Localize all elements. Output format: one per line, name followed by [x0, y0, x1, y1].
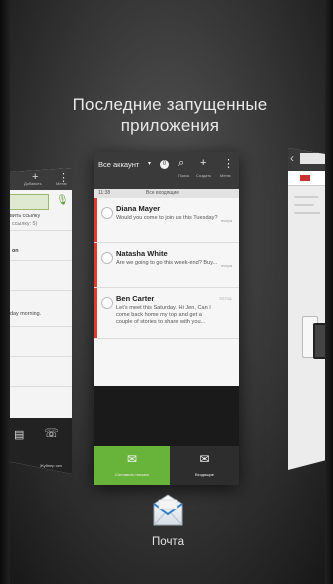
divider: [10, 290, 72, 291]
mail-date: 7/27/11: [218, 296, 232, 301]
plus-icon: +: [200, 157, 207, 169]
subbar-caption: Все входящие: [146, 190, 180, 196]
mail-preview: Would you come to join us this Tuesday?: [116, 215, 218, 221]
screen-edge-right: [325, 0, 333, 584]
mail-date: вчера: [221, 218, 232, 223]
left-card-bottom-bar: ▤ ☏ Жуйпер окн: [10, 418, 72, 474]
select-checkbox: [101, 297, 113, 309]
menu-label: Меню: [220, 173, 231, 178]
content-line: [294, 212, 320, 214]
app-label: Почта: [152, 536, 184, 548]
mail-footer-bar: ✉ Составить письмо ✉ Входящие: [94, 446, 239, 485]
page-title-line2: приложения: [120, 116, 220, 135]
back-arrow-icon: ‹: [290, 151, 294, 165]
site-logo: [300, 175, 310, 181]
mail-sender: Ben Carter: [116, 294, 155, 303]
inbox-tab-label: Входящие: [195, 472, 214, 477]
call-icon: ☏: [44, 426, 60, 440]
left-card-toolbar: + Добавить ⋮ Меню: [10, 168, 72, 190]
browser-site-nav: [288, 171, 325, 186]
subbar-time: 11:38: [98, 190, 111, 196]
inbox-icon: ▤: [14, 429, 25, 441]
left-toolbar-label-add: Добавить: [24, 181, 42, 186]
compose-icon: ✉: [126, 452, 138, 466]
content-line: [294, 204, 314, 206]
inbox-tab: ✉ Входящие: [170, 446, 239, 485]
browser-toolbar: ‹: [288, 148, 325, 171]
mail-date: вчера: [221, 263, 232, 268]
mail-subbar: 11:38 Все входящие: [94, 189, 239, 198]
select-checkbox: [101, 207, 113, 219]
divider: [10, 260, 72, 261]
left-card-text-1: вить ссылку: [10, 213, 41, 219]
phone-image-dark: [313, 323, 325, 359]
left-toolbar-label-menu: Меню: [56, 181, 67, 186]
mail-list: Diana Mayer Would you come to join us th…: [94, 198, 239, 386]
mail-app-icon: [151, 492, 185, 528]
divider: [10, 356, 72, 357]
left-card-text-4: day morning.: [10, 311, 42, 317]
left-card-bottom-label: Жуйпер окн: [40, 463, 62, 468]
search-icon: ⌕: [178, 157, 185, 169]
dropdown-icon: ▾: [148, 161, 152, 167]
compose-tab: ✉ Составить письмо: [94, 446, 170, 485]
unread-indicator: [94, 243, 97, 287]
page-title-line1: Последние запущенные: [72, 95, 268, 114]
left-card-text-3: on: [12, 248, 19, 254]
menu-icon: ⋮: [223, 158, 234, 170]
mail-list-item: Diana Mayer Would you come to join us th…: [94, 198, 239, 243]
unread-indicator: [94, 198, 97, 242]
unread-badge: 0: [160, 160, 169, 169]
divider: [10, 326, 72, 327]
divider: [10, 230, 72, 231]
screen-edge-left: [0, 0, 10, 584]
compose-label: Создать: [196, 173, 212, 178]
left-card-text-2: ссылку: 5): [12, 221, 38, 227]
inbox-icon: ✉: [199, 452, 210, 466]
recent-app-card-left[interactable]: + Добавить ⋮ Меню 🎙 вить ссылку ссылку: …: [10, 168, 72, 474]
browser-url-bar: [300, 153, 325, 164]
mail-header-bar: Все аккаунт ▾ 0 ⌕ Поиск + Создать ⋮ Меню: [94, 152, 239, 189]
mail-sender: Natasha White: [116, 249, 168, 258]
content-line: [294, 196, 318, 198]
mail-preview: Let's meet this Saturday. Hi Jen, Can I …: [116, 305, 211, 325]
unread-indicator: [94, 288, 97, 338]
divider: [10, 386, 72, 387]
compose-tab-label: Составить письмо: [115, 472, 149, 477]
recent-app-card-mail[interactable]: Все аккаунт ▾ 0 ⌕ Поиск + Создать ⋮ Меню…: [94, 152, 239, 485]
mail-list-item: Natasha White Are we going to go this we…: [94, 243, 239, 288]
mail-empty-area: [94, 386, 239, 446]
account-selector: Все аккаунт: [98, 160, 140, 169]
search-label: Поиск: [178, 173, 190, 178]
recent-app-card-browser[interactable]: ‹: [288, 148, 325, 470]
mail-list-item: Ben Carter Let's meet this Saturday. Hi …: [94, 288, 239, 339]
page-title: Последние запущенные приложения: [40, 94, 300, 136]
microphone-icon: 🎙: [56, 195, 69, 206]
mail-preview: Are we going to go this week-end? Buy...: [116, 260, 218, 266]
select-checkbox: [101, 252, 113, 264]
mail-sender: Diana Mayer: [116, 204, 161, 213]
left-card-input: [10, 194, 49, 210]
